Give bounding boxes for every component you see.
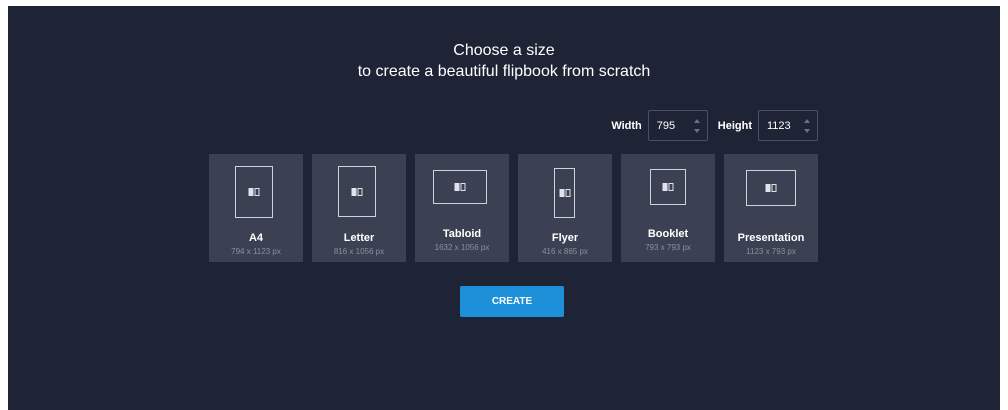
size-card-dimensions: 416 x 865 px: [542, 247, 588, 256]
size-card-name: A4: [248, 232, 264, 244]
size-card-dimensions: 1123 x 793 px: [746, 247, 796, 256]
custom-dimensions: Width Height: [611, 110, 818, 141]
increment-icon[interactable]: [804, 119, 810, 123]
landscape-page-icon: [433, 170, 487, 204]
narrow-page-icon: [554, 168, 575, 218]
size-card-letter[interactable]: Letter 816 x 1056 px: [312, 154, 406, 262]
size-card-dimensions: 794 x 1123 px: [231, 247, 281, 256]
increment-icon[interactable]: [693, 119, 700, 123]
size-card-name: Tabloid: [442, 228, 482, 240]
heading-title: Choose a size: [453, 42, 555, 59]
height-label: Height: [717, 119, 752, 132]
page-heading: Choose a size to create a beautiful flip…: [8, 40, 1000, 82]
portrait-page-icon: [235, 166, 273, 218]
decrement-icon[interactable]: [804, 129, 810, 133]
size-card-tabloid[interactable]: Tabloid 1632 x 1056 px: [415, 154, 509, 262]
size-card-dimensions: 816 x 1056 px: [333, 247, 385, 256]
height-stepper[interactable]: [758, 110, 818, 141]
decrement-icon[interactable]: [693, 129, 700, 133]
width-spin-buttons[interactable]: [693, 119, 701, 133]
heading-subtitle: to create a beautiful flipbook from scra…: [357, 63, 651, 80]
size-card-presentation[interactable]: Presentation 1123 x 793 px: [724, 154, 818, 262]
portrait-page-icon: [338, 166, 376, 217]
width-input[interactable]: [648, 111, 691, 140]
size-card-booklet[interactable]: Booklet 793 x 793 px: [621, 154, 715, 262]
size-card-a4[interactable]: A4 794 x 1123 px: [209, 154, 303, 262]
width-stepper[interactable]: [647, 110, 708, 141]
height-input[interactable]: [759, 111, 801, 140]
size-card-name: Booklet: [647, 228, 689, 240]
square-page-icon: [650, 169, 686, 205]
size-card-name: Presentation: [737, 232, 805, 244]
flipbook-size-chooser: Choose a size to create a beautiful flip…: [8, 6, 1000, 410]
height-spin-buttons[interactable]: [803, 119, 811, 133]
width-label: Width: [611, 119, 642, 132]
size-card-dimensions: 793 x 793 px: [645, 243, 691, 252]
landscape-page-icon: [746, 170, 796, 206]
size-card-name: Letter: [343, 232, 375, 244]
size-card-flyer[interactable]: Flyer 416 x 865 px: [518, 154, 612, 262]
size-card-name: Flyer: [551, 232, 579, 244]
create-button[interactable]: CREATE: [460, 286, 564, 317]
size-card-dimensions: 1632 x 1056 px: [434, 243, 490, 252]
